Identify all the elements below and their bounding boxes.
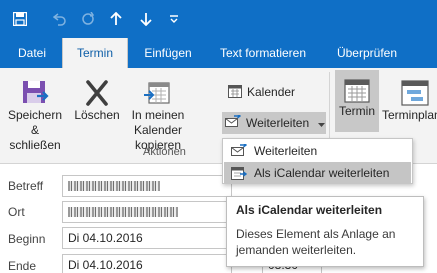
ribbon-tabs: Datei Termin Einfügen Text formatieren Ü… [0,38,437,68]
dropdown-arrow-icon [318,116,326,130]
end-date-field[interactable]: Di 04.10.2016 [62,254,232,273]
scheduling-label: Terminplan [382,108,437,122]
subject-label: Betreff [8,179,44,193]
forward-dropdown-menu: Weiterleiten Als iCalendar weiterleiten [222,138,413,184]
calendar-icon [228,84,242,101]
redacted-text [68,181,160,191]
start-label: Beginn [8,232,46,246]
copy-to-calendar-label-1: In meinen [131,108,185,122]
delete-button[interactable]: Löschen [70,78,124,123]
title-bar [0,0,437,38]
calendar-button[interactable]: Kalender [225,82,298,102]
scheduling-icon [382,78,437,108]
tooltip-description: Dieses Element als Anlage an jemanden we… [236,227,396,257]
menu-item-forward-icalendar[interactable]: Als iCalendar weiterleiten [224,162,411,184]
save-close-icon [4,78,66,108]
arrow-up-icon[interactable] [100,0,132,38]
tab-einfuegen[interactable]: Einfügen [134,38,202,68]
save-icon[interactable] [4,0,36,38]
menu-item-forward[interactable]: Weiterleiten [224,140,411,162]
save-close-label-1: Speichern [7,108,63,122]
tooltip-title: Als iCalendar weiterleiten [236,203,383,217]
appointment-calendar-icon [335,78,379,104]
tab-termin[interactable]: Termin [62,38,128,68]
calendar-label: Kalender [247,85,296,99]
delete-x-icon [70,78,124,108]
menu-item-forward-label: Weiterleiten [254,144,318,158]
scheduling-button[interactable]: Terminplan [382,78,437,123]
redacted-text [68,207,178,217]
save-close-button[interactable]: Speichern & schließen [4,78,66,153]
tooltip: Als iCalendar weiterleiten Dieses Elemen… [226,196,424,267]
appointment-label: Termin [338,104,375,118]
end-label: Ende [8,259,37,273]
tab-datei[interactable]: Datei [8,38,56,68]
subject-field[interactable] [62,175,232,197]
appointment-view-button[interactable]: Termin [335,70,379,132]
tab-text-formatieren[interactable]: Text formatieren [208,38,318,68]
actions-group-label: Aktionen [143,146,186,158]
copy-to-calendar-button[interactable]: In meinen Kalender kopieren [120,78,196,153]
forward-mail-icon [225,112,242,132]
save-close-label-2: & schließen [9,123,61,152]
forward-mail-icon [224,144,254,158]
menu-item-forward-icalendar-label: Als iCalendar weiterleiten [254,166,390,180]
location-field[interactable] [62,201,232,223]
location-label: Ort [8,205,25,219]
forward-dropdown-button[interactable]: Weiterleiten [222,112,326,134]
copy-to-calendar-icon [120,78,196,108]
start-date-field[interactable]: Di 04.10.2016 [62,227,232,249]
tab-ueberpruefen[interactable]: Überprüfen [324,38,410,68]
icalendar-icon [224,166,254,181]
delete-label: Löschen [74,108,120,122]
forward-label: Weiterleiten [246,116,310,130]
chevron-down-icon[interactable] [158,0,190,38]
